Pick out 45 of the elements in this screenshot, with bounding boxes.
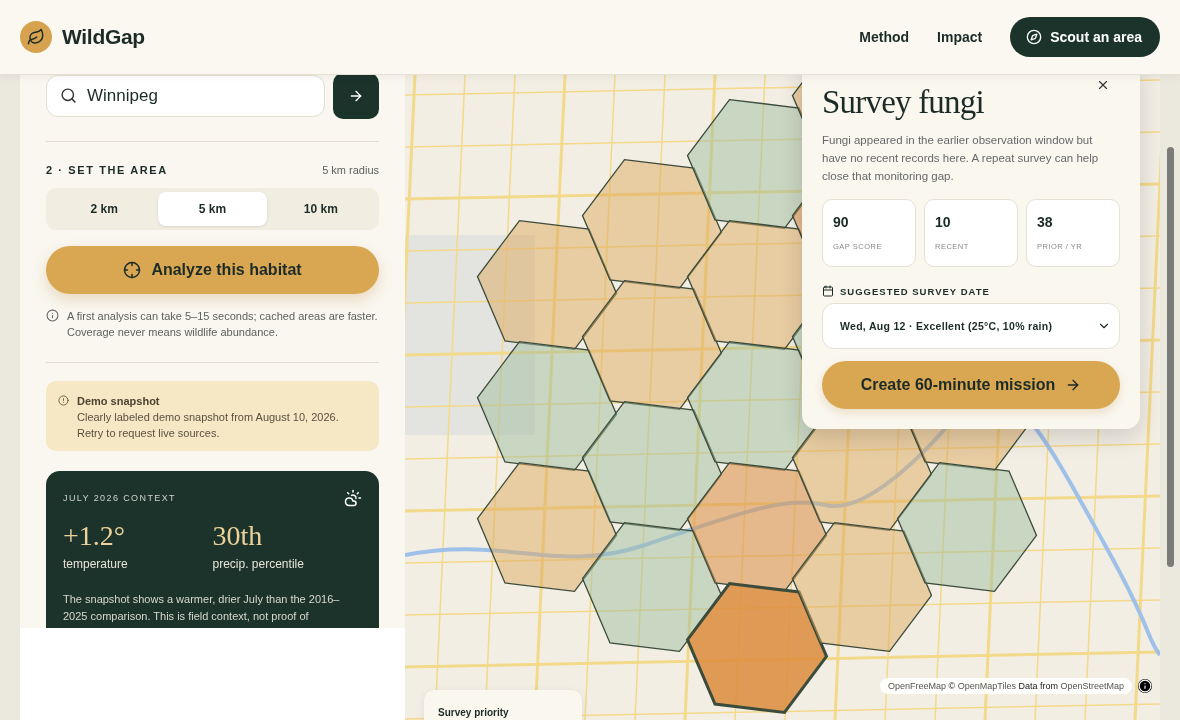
context-text: The snapshot shows a warmer, drier July than the 2016–2025 comparison. This is field context, not proof of	[63, 592, 341, 624]
stat-label: temperature	[63, 557, 129, 571]
radius-option[interactable]: 10 km	[266, 192, 375, 226]
mission-button[interactable]: Create 60-minute mission	[822, 361, 1120, 409]
section-heading: 2 · SET THE AREA	[46, 164, 168, 176]
date-label: SUGGESTED SURVEY DATE	[840, 285, 990, 297]
radius-option[interactable]: 5 km	[158, 192, 267, 226]
cloud-sun-icon	[344, 489, 362, 507]
brand-name: WildGap	[62, 25, 145, 49]
attribution-link[interactable]: OpenMapTiles	[957, 681, 1016, 691]
metric-value: 38	[1037, 214, 1054, 230]
scout-button[interactable]: Scout an area	[1010, 17, 1160, 57]
metric-value: 10	[935, 214, 952, 230]
radius-reading: 5 km radius	[322, 164, 379, 176]
attribution-link[interactable]: OpenFreeMap	[888, 681, 947, 691]
close-icon	[1096, 78, 1110, 92]
alert-icon	[58, 395, 69, 406]
go-button[interactable]	[333, 75, 379, 119]
notice-title: Demo snapshot	[77, 394, 161, 409]
hint-text: A first analysis can take 5–15 seconds; cached areas are faster. Coverage never means wildlife abundance.	[67, 309, 379, 340]
analyze-button[interactable]: Analyze this habitat	[46, 246, 379, 294]
crosshair-icon	[123, 261, 142, 279]
leaf-icon	[20, 21, 52, 53]
stat-value: 30th	[212, 519, 264, 553]
arrow-right-icon	[348, 88, 364, 104]
context-heading: JULY 2026 CONTEXT	[63, 493, 176, 503]
radius-option[interactable]: 2 km	[50, 192, 159, 226]
info-icon	[46, 309, 59, 322]
nav-link[interactable]: Impact	[937, 29, 983, 45]
search-icon	[60, 87, 77, 104]
search-field[interactable]: Winnipeg	[46, 75, 325, 117]
date-select[interactable]: Wed, Aug 12 · Excellent (25°C, 10% rain)	[822, 303, 1120, 349]
calendar-icon	[822, 285, 834, 297]
attribution-link[interactable]: OpenStreetMap	[1060, 681, 1124, 691]
legend-title: Survey priority	[438, 707, 509, 718]
stat-value: +1.2°	[63, 519, 126, 553]
stat-label: precip. percentile	[212, 557, 305, 571]
card-title: Survey fungi	[822, 84, 984, 121]
map-attribution: OpenFreeMap © OpenMapTiles Data from OpenStreetMap	[880, 678, 1132, 694]
notice-text: Clearly labeled demo snapshot from August 10, 2026. Retry to request live sources.	[77, 410, 340, 441]
metric-value: 90	[833, 214, 850, 230]
nav-link[interactable]: Method	[859, 29, 910, 45]
scrollbar-thumb[interactable]	[1166, 147, 1174, 567]
compass-icon	[1026, 29, 1043, 45]
card-description: Fungi appeared in the earlier observation window but have no recent records here. A repeat survey can help close that monitoring gap.	[822, 133, 1100, 184]
